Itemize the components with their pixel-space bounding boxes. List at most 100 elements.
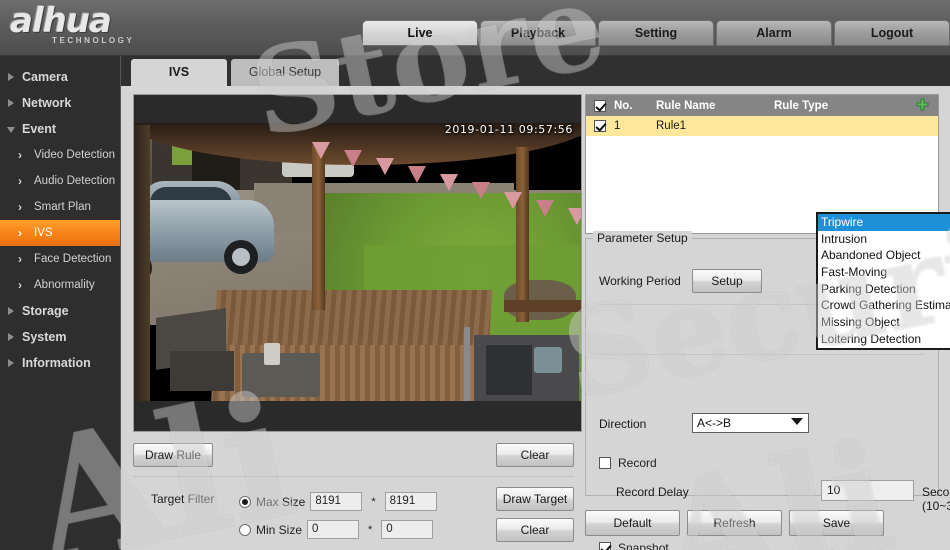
dropdown-option-abandoned-object[interactable]: Abandoned Object (818, 247, 950, 264)
add-rule-plus-icon[interactable] (915, 98, 930, 113)
dropdown-option-parking-detection[interactable]: Parking Detection (818, 281, 950, 298)
direction-select[interactable]: A<->B (692, 413, 809, 433)
top-navigation: Live Playback Setting Alarm Logout (362, 20, 950, 46)
sidebar-item-storage[interactable]: Storage (0, 298, 120, 324)
topnav-logout[interactable]: Logout (834, 20, 950, 46)
parameter-setup-legend: Parameter Setup (593, 231, 692, 245)
sidebar-item-event[interactable]: Event (0, 116, 120, 142)
dropdown-option-intrusion[interactable]: Intrusion (818, 231, 950, 248)
video-timestamp: 2019-01-11 09:57:56 (444, 123, 573, 136)
snapshot-checkbox[interactable] (599, 542, 611, 550)
content-area: 2019-01-11 09:57:56 Draw Rule Clear Targ… (121, 86, 950, 550)
divider (133, 476, 574, 477)
brand-name: alhua (10, 1, 112, 41)
tab-global-setup[interactable]: Global Setup (231, 59, 339, 86)
rule-type-dropdown[interactable]: Tripwire Intrusion Abandoned Object Fast… (816, 212, 950, 350)
sidebar-item-network[interactable]: Network (0, 90, 120, 116)
brand-logo: alhua TECHNOLOGY (10, 4, 180, 50)
sidebar-item-video-detection[interactable]: › Video Detection (0, 142, 120, 168)
dropdown-option-missing-object[interactable]: Missing Object (818, 314, 950, 331)
triangle-down-icon (7, 127, 15, 133)
record-delay-label: Record Delay (616, 485, 689, 499)
sidebar-item-audio-detection[interactable]: › Audio Detection (0, 168, 120, 194)
snapshot-row: Snapshot (599, 541, 669, 550)
clear-target-button[interactable]: Clear (496, 518, 574, 542)
chevron-right-icon: › (18, 200, 22, 214)
record-label: Record (618, 456, 657, 470)
sidebar-item-face-detection[interactable]: › Face Detection (0, 246, 120, 272)
video-letterbox-bottom (134, 401, 581, 431)
sidebar-item-system[interactable]: System (0, 324, 120, 350)
sidebar-label-network: Network (22, 96, 72, 110)
tab-bar: IVS Global Setup (121, 56, 950, 86)
topnav-live[interactable]: Live (362, 20, 478, 46)
record-checkbox[interactable] (599, 457, 611, 469)
dropdown-option-crowd-gathering-estimation[interactable]: Crowd Gathering Estimation (818, 297, 950, 314)
sidebar-item-camera[interactable]: Camera (0, 64, 120, 90)
header-rule-name: Rule Name (656, 99, 716, 112)
triangle-right-icon (8, 359, 14, 367)
sidebar-item-abnormality[interactable]: › Abnormality (0, 272, 120, 298)
dropdown-option-loitering-detection[interactable]: Loitering Detection (818, 331, 950, 348)
sidebar-label-information: Information (22, 356, 91, 370)
dropdown-option-fast-moving[interactable]: Fast-Moving (818, 264, 950, 281)
working-period-setup-button[interactable]: Setup (692, 269, 762, 293)
chevron-right-icon: › (18, 148, 22, 162)
sidebar-label-system: System (22, 330, 67, 344)
size-separator: * (371, 495, 376, 508)
rule-table-header: No. Rule Name Rule Type (586, 95, 938, 116)
sidebar-label-abnormality: Abnormality (34, 279, 95, 291)
min-size-radio[interactable] (239, 523, 251, 536)
chevron-right-icon: › (18, 226, 22, 240)
header-no: No. (614, 99, 633, 112)
record-row: Record (599, 456, 657, 470)
sidebar-item-smart-plan[interactable]: › Smart Plan (0, 194, 120, 220)
brand-tagline: TECHNOLOGY (52, 36, 135, 45)
main-panel: IVS Global Setup 2019-01-11 09:57:56 Dra… (121, 56, 950, 550)
topnav-playback[interactable]: Playback (480, 20, 596, 46)
min-size-width-input[interactable]: 0 (307, 520, 360, 539)
sidebar: Camera Network Event › Video Detection ›… (0, 56, 121, 550)
tab-ivs[interactable]: IVS (131, 59, 227, 86)
sidebar-item-ivs[interactable]: › IVS (0, 220, 120, 246)
header-rule-type: Rule Type (774, 99, 829, 112)
topnav-alarm[interactable]: Alarm (716, 20, 832, 46)
max-size-row: Max Size 8191 * 8191 (239, 492, 437, 511)
sidebar-label-video-detection: Video Detection (34, 149, 115, 161)
direction-label: Direction (599, 417, 647, 431)
default-button[interactable]: Default (585, 510, 680, 536)
direction-value: A<->B (697, 416, 732, 430)
triangle-right-icon (8, 307, 14, 315)
dropdown-option-tripwire[interactable]: Tripwire (818, 214, 950, 231)
sidebar-item-information[interactable]: Information (0, 350, 120, 376)
min-size-label: Min Size (256, 522, 303, 537)
clear-rule-button[interactable]: Clear (496, 443, 574, 467)
video-preview[interactable]: 2019-01-11 09:57:56 (133, 94, 582, 432)
refresh-button[interactable]: Refresh (687, 510, 782, 536)
max-size-label: Max Size (256, 494, 306, 509)
table-row[interactable]: 1 Rule1 (586, 116, 938, 136)
app-header: alhua TECHNOLOGY Live Playback Setting A… (0, 0, 950, 56)
target-filter-label: Target Filter (151, 492, 215, 506)
max-size-radio[interactable] (239, 495, 251, 508)
select-all-checkbox[interactable] (594, 99, 606, 112)
size-separator: * (368, 523, 373, 536)
record-delay-unit: Second (10~300) (922, 485, 950, 513)
triangle-right-icon (8, 333, 14, 341)
topnav-setting[interactable]: Setting (598, 20, 714, 46)
divider (599, 354, 925, 355)
save-button[interactable]: Save (789, 510, 884, 536)
record-delay-input[interactable]: 10 (821, 480, 914, 501)
min-size-height-input[interactable]: 0 (381, 520, 434, 539)
draw-target-button[interactable]: Draw Target (496, 487, 574, 511)
bunting-flags (312, 142, 581, 225)
video-scene (134, 95, 581, 431)
draw-rule-button[interactable]: Draw Rule (133, 443, 213, 467)
max-size-width-input[interactable]: 8191 (310, 492, 363, 511)
sidebar-label-storage: Storage (22, 304, 69, 318)
row-rule-name[interactable]: Rule1 (656, 120, 774, 132)
row-select-cell (586, 120, 614, 132)
row-checkbox[interactable] (594, 120, 606, 132)
working-period-label: Working Period (599, 274, 681, 288)
max-size-height-input[interactable]: 8191 (384, 492, 437, 511)
